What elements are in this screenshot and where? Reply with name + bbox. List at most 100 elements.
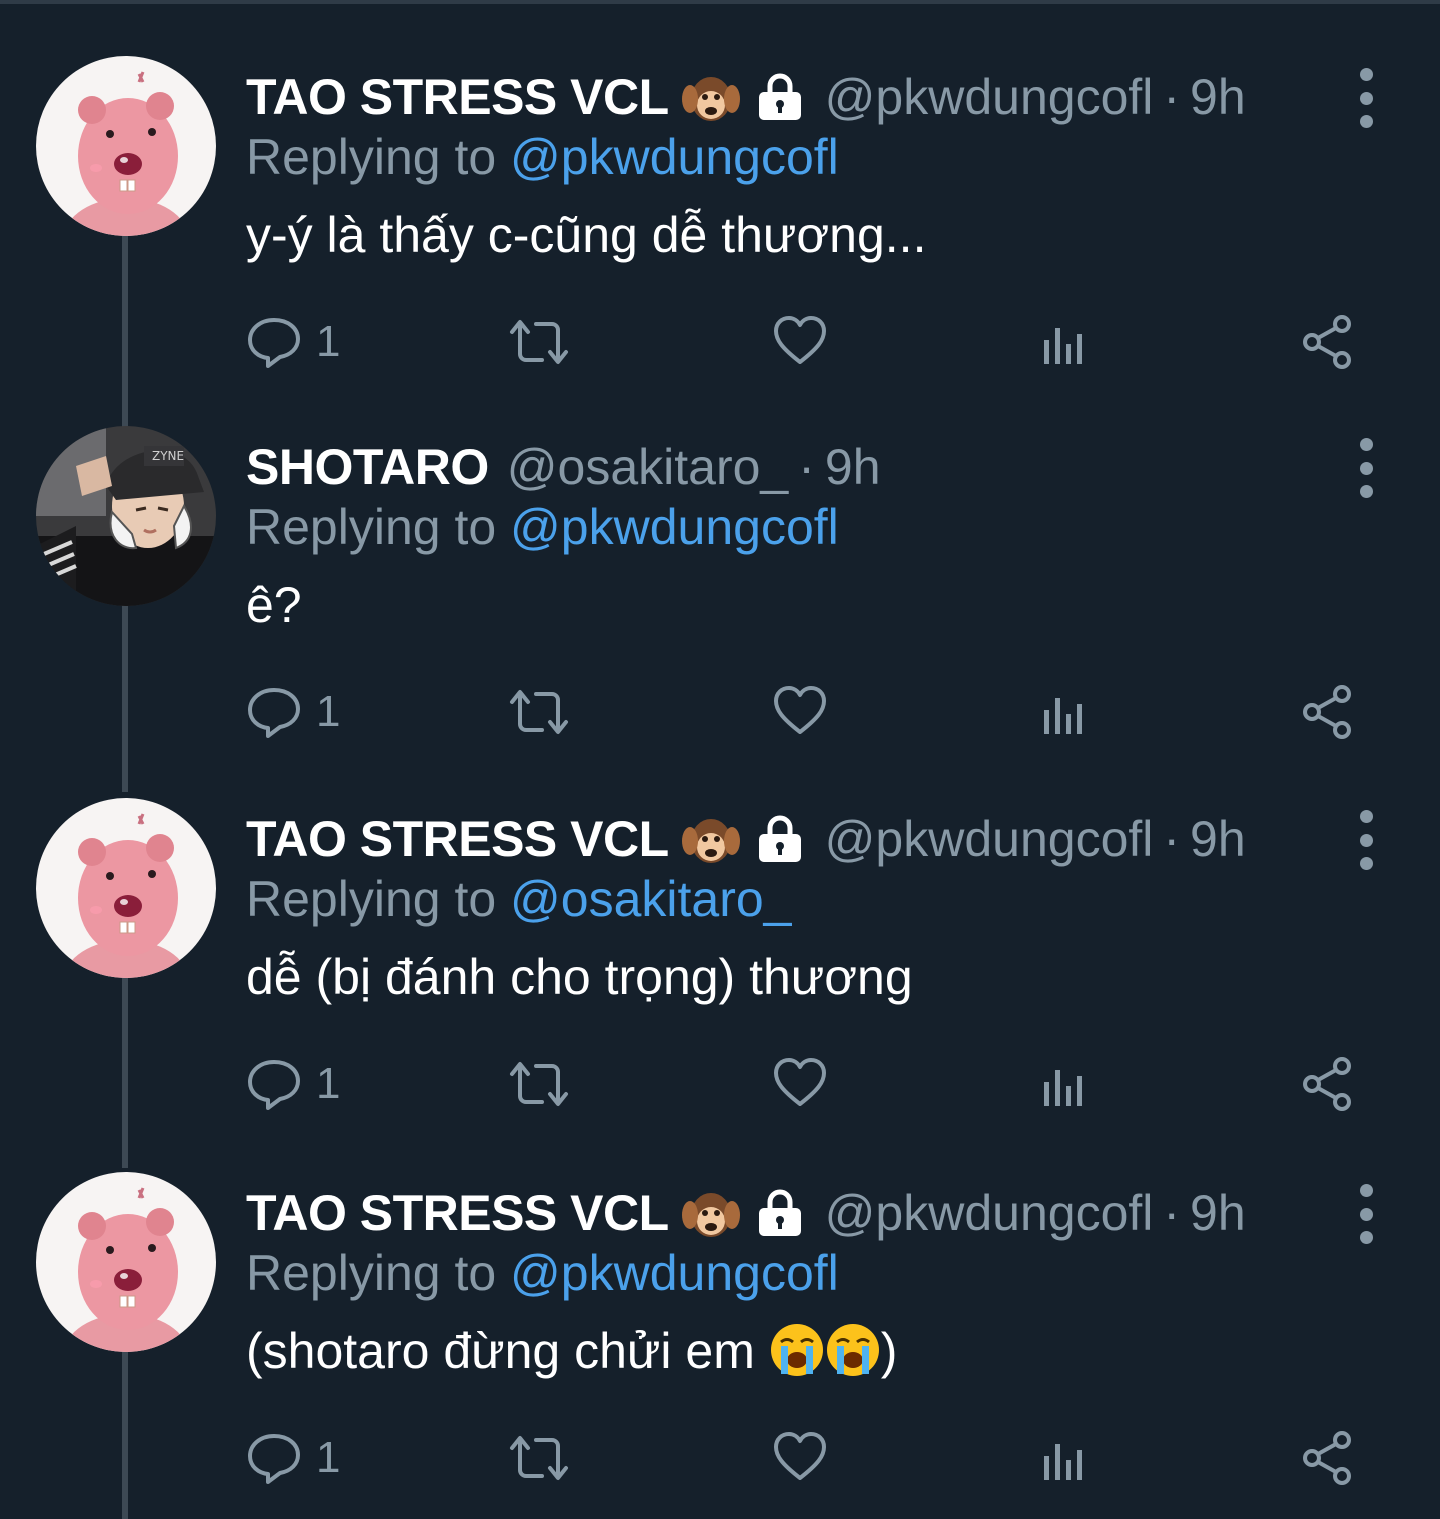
reply-count: 1 [316,1059,341,1108]
more-options-button[interactable] [1346,68,1386,128]
tweet-text: dễ (bị đánh cho trọng) thương [246,949,913,1005]
tweet-text-suffix: ) [880,1323,898,1379]
tweet-actions: 1 [246,1054,1366,1114]
tweet-header: SHOTARO @osakitaro_ · 9h [246,434,881,500]
hear-no-evil-monkey-icon [681,77,740,121]
person-bandana-avatar-icon: ZYNE [36,426,216,606]
pink-beaver-avatar-icon [36,798,216,978]
analytics-icon [1044,698,1082,734]
reply-button[interactable]: 1 [246,312,340,372]
tweet-text: (shotaro đừng chửi em ) [246,1322,897,1380]
more-options-button[interactable] [1346,438,1386,498]
share-icon [1303,1057,1351,1111]
handle[interactable]: @osakitaro_ [507,438,788,496]
more-options-button[interactable] [1346,810,1386,870]
like-button[interactable] [772,1428,828,1488]
timestamp[interactable]: 9h [1190,1184,1246,1242]
reply-count: 1 [316,687,341,736]
tweet-text-body: (shotaro đừng chửi em [246,1323,769,1379]
lock-icon [758,815,801,862]
reply-mention-link[interactable]: @osakitaro_ [510,871,791,927]
share-button[interactable] [1300,682,1356,742]
more-dot-icon [1359,1231,1373,1244]
more-dot-icon [1359,485,1373,498]
share-icon [1303,315,1351,369]
reply-mention-link[interactable]: @pkwdungcofl [510,129,839,185]
loudly-crying-face-icon [770,1323,823,1376]
lock-icon [758,1189,801,1236]
retweet-button[interactable] [506,312,572,372]
reply-mention-link[interactable]: @pkwdungcofl [510,499,839,555]
reply-icon [248,318,300,368]
replying-to: Replying to @pkwdungcofl [246,1244,839,1302]
handle[interactable]: @pkwdungcofl [825,1184,1154,1242]
more-options-button[interactable] [1346,1184,1386,1244]
replying-to: Replying to @pkwdungcofl [246,128,839,186]
analytics-icon [1044,1070,1082,1106]
display-name[interactable]: TAO STRESS VCL [246,1184,669,1242]
more-dot-icon [1359,461,1373,475]
avatar[interactable] [36,56,216,236]
retweet-button[interactable] [506,682,572,742]
replying-to: Replying to @osakitaro_ [246,870,792,928]
avatar[interactable]: ZYNE [36,426,216,606]
share-button[interactable] [1300,312,1356,372]
tweet-header: TAO STRESS VCL @pkwdungcofl · 9h [246,64,1246,130]
share-button[interactable] [1300,1428,1356,1488]
tweet-header: TAO STRESS VCL @pkwdungcofl · 9h [246,806,1246,872]
timestamp[interactable]: 9h [825,438,881,496]
analytics-button[interactable] [1040,682,1088,742]
more-dot-icon [1359,1207,1373,1221]
more-dot-icon [1359,91,1373,105]
display-name[interactable]: SHOTARO [246,438,489,496]
tweet[interactable]: TAO STRESS VCL @pkwdungcofl · 9h Replyin… [0,798,1440,1172]
reply-icon [248,1060,300,1110]
reply-button[interactable]: 1 [246,682,340,742]
heart-icon [774,1432,826,1480]
tweet-text: y-ý là thấy c-cũng dễ thương... [246,207,927,263]
reply-button[interactable]: 1 [246,1428,340,1488]
reply-thread-screen: TAO STRESS VCL @pkwdungcofl · 9h Replyin… [0,0,1440,1519]
more-dot-icon [1359,810,1373,823]
tweet[interactable]: TAO STRESS VCL @pkwdungcofl · 9h Replyin… [0,56,1440,430]
like-button[interactable] [772,682,828,742]
reply-button[interactable]: 1 [246,1054,340,1114]
retweet-button[interactable] [506,1428,572,1488]
tweet-header: TAO STRESS VCL @pkwdungcofl · 9h [246,1180,1246,1246]
analytics-button[interactable] [1040,1428,1088,1488]
hear-no-evil-monkey-icon [681,819,740,863]
more-dot-icon [1359,857,1373,870]
tweet[interactable]: ZYNE SHOTARO @osakitaro_ · 9h Replying t… [0,426,1440,800]
tweet-text: ê? [246,577,302,633]
svg-text:ZYNE: ZYNE [152,449,184,463]
lock-icon [758,73,801,120]
handle[interactable]: @pkwdungcofl [825,810,1154,868]
separator-dot: · [1163,69,1181,125]
tweet[interactable]: TAO STRESS VCL @pkwdungcofl · 9h Replyin… [0,1172,1440,1519]
more-dot-icon [1359,115,1373,128]
like-button[interactable] [772,1054,828,1114]
replying-to-label: Replying to [246,871,511,927]
timestamp[interactable]: 9h [1190,810,1246,868]
analytics-button[interactable] [1040,312,1088,372]
timestamp[interactable]: 9h [1190,68,1246,126]
like-button[interactable] [772,312,828,372]
replying-to-label: Replying to [246,499,511,555]
avatar[interactable] [36,798,216,978]
retweet-icon [510,690,568,734]
separator-dot: · [798,439,815,495]
analytics-button[interactable] [1040,1054,1088,1114]
handle[interactable]: @pkwdungcofl [825,68,1154,126]
heart-icon [774,1058,826,1106]
reply-count: 1 [316,317,341,366]
display-name[interactable]: TAO STRESS VCL [246,810,669,868]
reply-count: 1 [316,1433,341,1482]
replying-to-label: Replying to [246,1245,511,1301]
heart-icon [774,316,826,364]
share-button[interactable] [1300,1054,1356,1114]
replying-to: Replying to @pkwdungcofl [246,498,839,556]
display-name[interactable]: TAO STRESS VCL [246,68,669,126]
reply-mention-link[interactable]: @pkwdungcofl [510,1245,839,1301]
retweet-button[interactable] [506,1054,572,1114]
avatar[interactable] [36,1172,216,1352]
